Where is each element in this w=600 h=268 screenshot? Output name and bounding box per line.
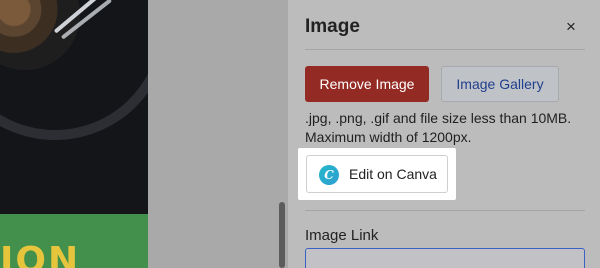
upload-help-text: .jpg, .png, .gif and file size less than… — [305, 109, 595, 147]
canva-highlight: C Edit on Canva — [298, 148, 456, 200]
divider — [305, 49, 585, 50]
help-line: Maximum width of 1200px. — [305, 129, 472, 145]
image-preview: ION — [0, 0, 148, 268]
preview-banner-text: ION — [0, 240, 81, 268]
canva-logo-icon: C — [319, 165, 339, 185]
edit-on-canva-label: Edit on Canva — [349, 166, 437, 182]
divider — [305, 210, 585, 211]
image-settings-panel: Image × Remove Image Image Gallery .jpg,… — [288, 0, 600, 268]
image-link-input[interactable] — [305, 248, 585, 268]
help-line: .jpg, .png, .gif and file size less than… — [305, 110, 572, 126]
remove-image-button[interactable]: Remove Image — [305, 66, 429, 102]
close-icon[interactable]: × — [563, 16, 579, 38]
canvas-backdrop — [148, 0, 288, 268]
edit-on-canva-button[interactable]: C Edit on Canva — [306, 155, 448, 193]
image-link-label: Image Link — [305, 227, 379, 244]
image-gallery-button[interactable]: Image Gallery — [441, 66, 559, 102]
scrollbar-thumb[interactable] — [279, 202, 285, 268]
panel-title: Image — [305, 16, 360, 37]
